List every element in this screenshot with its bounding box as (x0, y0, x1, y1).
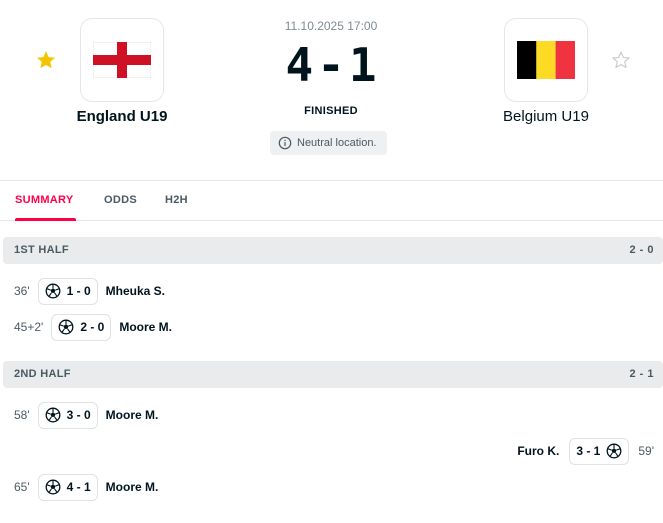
half-score: 2 - 1 (629, 368, 654, 380)
soccer-ball-icon (58, 319, 74, 335)
event-score: 2 - 0 (80, 320, 105, 334)
event-score-pill: 4 - 1 (37, 473, 98, 501)
second-half-header: 2ND HALF 2 - 1 (3, 361, 663, 388)
match-status: FINISHED (304, 105, 358, 117)
home-team-logo[interactable] (80, 18, 164, 102)
neutral-location-text: Neutral location. (297, 137, 377, 149)
half-label: 1ST HALF (14, 244, 69, 256)
away-team-name[interactable]: Belgium U19 (456, 108, 636, 125)
match-datetime: 11.10.2025 17:00 (284, 19, 378, 33)
tab-odds[interactable]: ODDS (104, 181, 137, 220)
match-score: 4 - 1 (231, 38, 431, 92)
england-flag-icon (93, 42, 151, 78)
event-score: 3 - 0 (66, 408, 91, 422)
event-player[interactable]: Furo K. (517, 444, 559, 458)
event-player[interactable]: Moore M. (119, 320, 172, 334)
favorite-away-star-icon[interactable] (609, 48, 633, 72)
soccer-ball-icon (45, 407, 61, 423)
event-score: 3 - 1 (576, 444, 601, 458)
event-minute: 45+2' (14, 320, 44, 334)
goal-event-home: 36' 1 - 0 Mheuka S. (14, 277, 165, 305)
match-header: England U19 11.10.2025 17:00 4 - 1 FINIS… (0, 0, 663, 180)
soccer-ball-icon (45, 479, 61, 495)
half-score: 2 - 0 (629, 244, 654, 256)
away-team-logo[interactable] (504, 18, 588, 102)
event-minute: 59' (638, 444, 654, 458)
tab-h2h[interactable]: H2H (165, 181, 188, 220)
event-minute: 65' (14, 480, 30, 494)
home-score: 4 (285, 38, 314, 92)
event-score: 4 - 1 (66, 480, 91, 494)
event-score-pill: 1 - 0 (37, 277, 98, 305)
event-score-pill: 2 - 0 (51, 313, 112, 341)
info-icon (278, 136, 292, 150)
event-score-pill: 3 - 0 (37, 401, 98, 429)
soccer-ball-icon (606, 443, 622, 459)
half-label: 2ND HALF (14, 368, 71, 380)
first-half-header: 1ST HALF 2 - 0 (3, 237, 663, 264)
event-minute: 36' (14, 284, 30, 298)
event-player[interactable]: Moore M. (106, 480, 159, 494)
event-score: 1 - 0 (66, 284, 91, 298)
goal-event-away: Furo K. 3 - 1 59' (517, 437, 654, 465)
soccer-ball-icon (45, 283, 61, 299)
event-player[interactable]: Mheuka S. (106, 284, 165, 298)
belgium-flag-icon (517, 41, 575, 79)
away-score: 1 (348, 38, 377, 92)
event-score-pill: 3 - 1 (569, 437, 630, 465)
goal-event-home: 45+2' 2 - 0 Moore M. (14, 313, 172, 341)
match-tabs: SUMMARY ODDS H2H (0, 181, 663, 221)
home-team-name[interactable]: England U19 (32, 108, 212, 125)
favorite-home-star-icon[interactable] (34, 48, 58, 72)
event-player[interactable]: Moore M. (106, 408, 159, 422)
goal-event-home: 58' 3 - 0 Moore M. (14, 401, 158, 429)
goal-event-home: 65' 4 - 1 Moore M. (14, 473, 158, 501)
event-minute: 58' (14, 408, 30, 422)
tab-summary[interactable]: SUMMARY (15, 181, 76, 221)
neutral-location-badge: Neutral location. (270, 131, 387, 155)
score-separator: - (317, 38, 345, 92)
